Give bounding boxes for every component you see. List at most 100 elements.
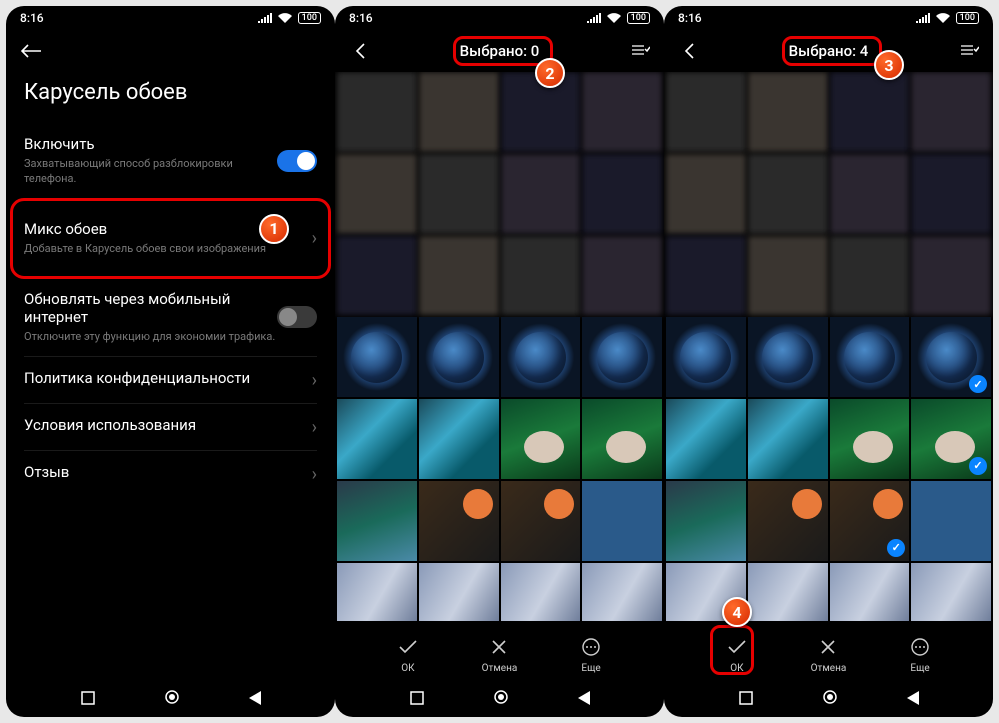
back-button[interactable]: [678, 40, 700, 62]
gallery-thumb[interactable]: [666, 481, 746, 561]
nav-recent-icon[interactable]: [410, 690, 424, 709]
gallery-thumb[interactable]: [830, 236, 910, 316]
gallery-thumb[interactable]: [582, 154, 662, 234]
gallery-thumb[interactable]: [582, 399, 662, 479]
gallery-thumb[interactable]: [419, 481, 499, 561]
gallery-thumb[interactable]: [419, 563, 499, 622]
cancel-button[interactable]: Отмена: [811, 635, 847, 674]
gallery-thumb[interactable]: [748, 399, 828, 479]
mix-wallpaper-item[interactable]: Микс обоев Добавьте в Карусель обоев сво…: [24, 200, 317, 278]
gallery-thumb[interactable]: [501, 236, 581, 316]
gallery-thumb[interactable]: [337, 399, 417, 479]
more-button[interactable]: Еще: [579, 635, 603, 674]
gallery-thumb[interactable]: [666, 317, 746, 397]
gallery-thumb[interactable]: [666, 72, 746, 152]
enable-toggle[interactable]: [277, 150, 317, 172]
gallery-thumb[interactable]: [337, 317, 417, 397]
check-icon: [725, 635, 749, 659]
header: [6, 30, 335, 72]
gallery-thumb[interactable]: [830, 154, 910, 234]
gallery-thumb-selected[interactable]: ✓: [911, 399, 991, 479]
gallery-grid: ✓ ✓ ✓: [664, 72, 993, 621]
marker-2: 2: [535, 58, 565, 88]
nav-recent-icon[interactable]: [81, 690, 95, 709]
battery-icon: 100: [298, 12, 321, 24]
gallery-thumb[interactable]: [501, 317, 581, 397]
enable-label: Включить: [24, 135, 277, 153]
gallery-thumb[interactable]: [582, 563, 662, 622]
gallery-grid: [335, 72, 664, 621]
nav-bar: [664, 681, 993, 717]
nav-home-icon[interactable]: [493, 689, 509, 709]
gallery-thumb[interactable]: [830, 563, 910, 622]
gallery-thumb-selected[interactable]: ✓: [830, 481, 910, 561]
gallery-thumb[interactable]: [501, 154, 581, 234]
bottom-actions: ОК Отмена Еще: [335, 621, 664, 681]
gallery-thumb[interactable]: [830, 399, 910, 479]
enable-toggle-item[interactable]: Включить Захватывающий способ разблокиро…: [24, 123, 317, 200]
status-time: 8:16: [678, 11, 702, 25]
gallery-thumb[interactable]: [582, 72, 662, 152]
nav-back-icon[interactable]: [249, 690, 261, 709]
gallery-thumb[interactable]: [748, 317, 828, 397]
gallery-thumb[interactable]: [666, 154, 746, 234]
gallery-thumb[interactable]: [830, 317, 910, 397]
gallery-thumb[interactable]: [337, 154, 417, 234]
gallery-thumb[interactable]: [911, 481, 991, 561]
feedback-item[interactable]: Отзыв ›: [24, 451, 317, 497]
nav-back-icon[interactable]: [907, 690, 919, 709]
gallery-thumb[interactable]: [666, 399, 746, 479]
gallery-thumb[interactable]: [419, 154, 499, 234]
gallery-thumb[interactable]: [419, 399, 499, 479]
gallery-thumb[interactable]: [337, 563, 417, 622]
close-icon: [487, 635, 511, 659]
gallery-thumb[interactable]: [748, 236, 828, 316]
gallery-thumb[interactable]: [911, 154, 991, 234]
chevron-right-icon: ›: [312, 464, 317, 485]
select-all-icon[interactable]: [630, 42, 650, 61]
gallery-thumb[interactable]: [748, 563, 828, 622]
gallery-thumb[interactable]: [337, 72, 417, 152]
gallery-thumb[interactable]: [419, 317, 499, 397]
nav-home-icon[interactable]: [164, 689, 180, 709]
gallery-thumb[interactable]: [337, 236, 417, 316]
nav-back-icon[interactable]: [578, 690, 590, 709]
gallery-thumb[interactable]: [911, 563, 991, 622]
ok-button[interactable]: ОК: [725, 635, 749, 674]
gallery-thumb[interactable]: [419, 236, 499, 316]
gallery-thumb[interactable]: [911, 236, 991, 316]
gallery-thumb[interactable]: [582, 236, 662, 316]
cancel-button[interactable]: Отмена: [482, 635, 518, 674]
gallery-thumb[interactable]: [830, 72, 910, 152]
gallery-thumb[interactable]: [666, 236, 746, 316]
gallery-thumb[interactable]: [748, 154, 828, 234]
more-icon: [908, 635, 932, 659]
gallery-thumb[interactable]: [748, 72, 828, 152]
gallery-thumb[interactable]: [582, 481, 662, 561]
gallery-thumb-selected[interactable]: ✓: [911, 317, 991, 397]
gallery-thumb[interactable]: [501, 399, 581, 479]
mobile-toggle[interactable]: [277, 306, 317, 328]
mobile-update-item[interactable]: Обновлять через мобильный интернет Отклю…: [24, 278, 317, 358]
gallery-thumb[interactable]: [337, 481, 417, 561]
gallery-thumb[interactable]: [501, 563, 581, 622]
nav-bar: [335, 681, 664, 717]
more-button[interactable]: Еще: [908, 635, 932, 674]
nav-home-icon[interactable]: [822, 689, 838, 709]
select-all-icon[interactable]: [959, 42, 979, 61]
privacy-item[interactable]: Политика конфиденциальности ›: [24, 357, 317, 404]
chevron-right-icon: ›: [312, 370, 317, 391]
nav-recent-icon[interactable]: [739, 690, 753, 709]
wifi-icon: [607, 13, 621, 23]
terms-item[interactable]: Условия использования ›: [24, 404, 317, 451]
gallery-thumb[interactable]: [582, 317, 662, 397]
gallery-thumb[interactable]: [911, 72, 991, 152]
gallery-thumb[interactable]: [501, 481, 581, 561]
signal-icon: [258, 13, 272, 23]
ok-button[interactable]: ОК: [396, 635, 420, 674]
mobile-desc: Отключите эту функцию для экономии трафи…: [24, 330, 277, 345]
back-button[interactable]: [20, 40, 42, 62]
gallery-thumb[interactable]: [419, 72, 499, 152]
back-button[interactable]: [349, 40, 371, 62]
gallery-thumb[interactable]: [748, 481, 828, 561]
